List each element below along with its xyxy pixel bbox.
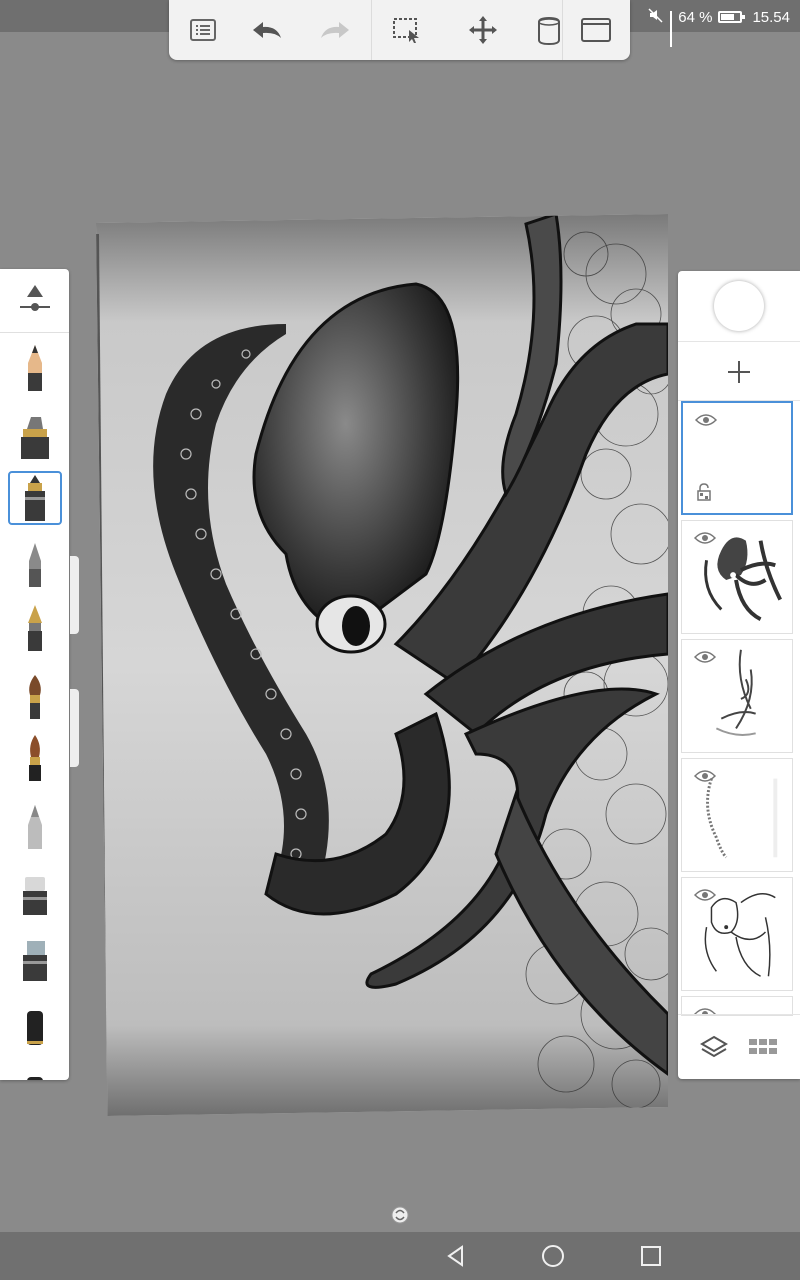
status-icons: 64 % 15.54: [648, 7, 790, 47]
clock: 15.54: [752, 8, 790, 26]
layer-item[interactable]: [681, 996, 793, 1016]
eye-icon[interactable]: [694, 888, 716, 902]
canvas-artwork: [96, 214, 668, 1116]
pencil-brush[interactable]: [8, 341, 62, 395]
lock-icon[interactable]: [697, 483, 711, 501]
fullscreen-icon[interactable]: [578, 12, 614, 48]
battery-icon: [718, 11, 746, 23]
layers-footer: [678, 1014, 800, 1079]
plus-icon: [728, 361, 750, 383]
more-brush[interactable]: [8, 1059, 62, 1080]
eye-icon[interactable]: [694, 650, 716, 664]
top-toolbar: [169, 0, 630, 60]
fountain-pen-brush[interactable]: [8, 601, 62, 655]
layer-item[interactable]: [681, 877, 793, 991]
ballpoint-brush[interactable]: [8, 537, 62, 591]
palette-grip[interactable]: [70, 689, 79, 767]
grid-icon[interactable]: [748, 1033, 778, 1061]
home-icon[interactable]: [541, 1244, 565, 1268]
layer-item[interactable]: [681, 401, 793, 515]
layers-panel: [678, 271, 800, 1079]
ink-brush[interactable]: [8, 731, 62, 785]
paint-brush[interactable]: [8, 669, 62, 723]
palette-grip[interactable]: [70, 556, 79, 634]
select-icon[interactable]: [389, 12, 425, 48]
list-menu-icon[interactable]: [185, 12, 221, 48]
canvas-handle-icon[interactable]: [390, 1205, 410, 1225]
navigation-bar: [0, 1232, 800, 1280]
battery-percent: 64 %: [678, 8, 713, 26]
drawing-canvas[interactable]: [96, 214, 668, 1116]
marker-brush[interactable]: [8, 409, 62, 463]
layer-item[interactable]: [681, 758, 793, 872]
undo-icon[interactable]: [249, 12, 285, 48]
back-icon[interactable]: [444, 1244, 468, 1268]
color-picker[interactable]: [714, 281, 764, 331]
brush-properties[interactable]: [0, 269, 69, 333]
brush-properties-icon: [20, 285, 50, 311]
signal-icon: [670, 11, 673, 47]
layer-item[interactable]: [681, 520, 793, 634]
toolbar-divider: [562, 0, 563, 60]
add-layer-button[interactable]: [678, 341, 800, 401]
brush-palette: [0, 269, 69, 1080]
move-icon[interactable]: [465, 12, 501, 48]
toolbar-divider: [371, 0, 372, 60]
felt-pen-brush[interactable]: [8, 471, 62, 525]
eye-icon[interactable]: [694, 769, 716, 783]
hard-eraser-brush[interactable]: [8, 933, 62, 987]
eraser-brush[interactable]: [8, 867, 62, 921]
mute-icon: [648, 7, 664, 27]
bucket-icon[interactable]: [535, 12, 565, 48]
eye-icon[interactable]: [695, 413, 717, 427]
redo-icon[interactable]: [317, 12, 353, 48]
soft-eraser-brush[interactable]: [8, 999, 62, 1053]
layer-item[interactable]: [681, 639, 793, 753]
recents-icon[interactable]: [639, 1244, 663, 1268]
airbrush-brush[interactable]: [8, 799, 62, 853]
eye-icon[interactable]: [694, 531, 716, 545]
layers-icon[interactable]: [700, 1033, 728, 1061]
